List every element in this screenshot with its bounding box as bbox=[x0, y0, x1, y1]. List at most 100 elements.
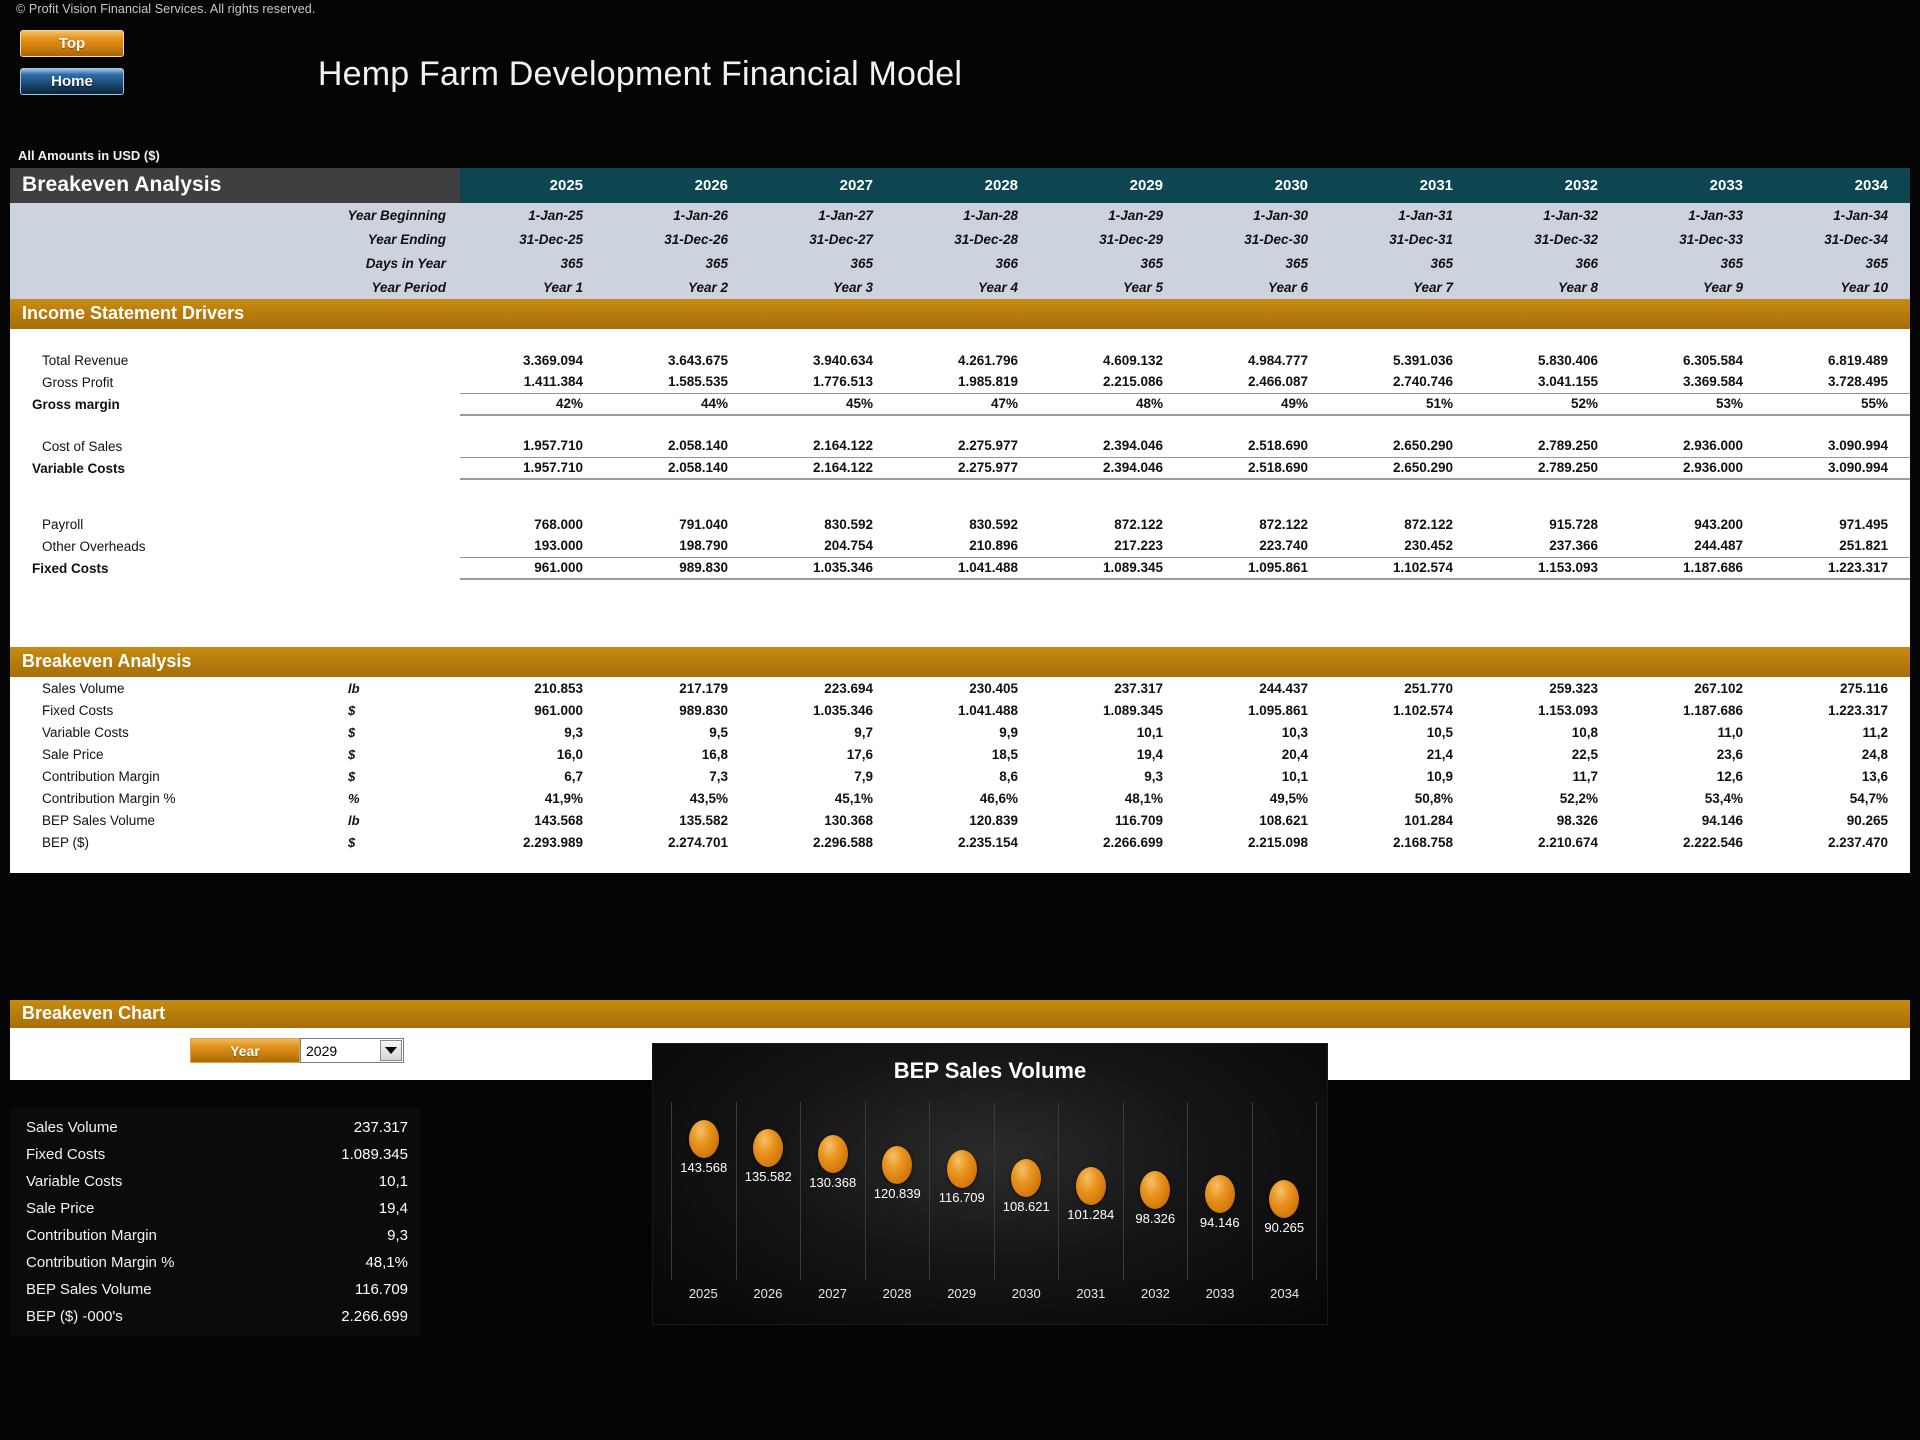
row-value: 20,4 bbox=[1185, 743, 1331, 765]
row-label: BEP ($) bbox=[10, 831, 340, 853]
chart-data-label: 108.621 bbox=[1002, 1199, 1050, 1215]
meta-value: 31-Dec-29 bbox=[1040, 227, 1186, 251]
row-label: Payroll bbox=[10, 513, 340, 535]
chart-marker bbox=[1269, 1179, 1300, 1218]
row-value: 13,6 bbox=[1765, 765, 1911, 787]
chart-data-label: 116.709 bbox=[938, 1190, 985, 1206]
row-value: 2.237.470 bbox=[1765, 831, 1911, 853]
chart-column-2030: 108.621 bbox=[993, 1102, 1059, 1280]
meta-value: 1-Jan-27 bbox=[750, 203, 896, 227]
row-value: 6.305.584 bbox=[1620, 349, 1766, 371]
row-value: 46,6% bbox=[895, 787, 1041, 809]
row-value: 2.466.087 bbox=[1185, 371, 1331, 393]
year-select[interactable]: 2029 bbox=[300, 1038, 404, 1063]
row-value: 1.089.345 bbox=[1040, 699, 1186, 721]
row-value: 915.728 bbox=[1475, 513, 1621, 535]
row-label: Fixed Costs bbox=[10, 557, 340, 579]
year-header-2032: 2032 bbox=[1475, 168, 1621, 203]
chart-marker bbox=[946, 1150, 977, 1189]
chart-column-2027: 130.368 bbox=[800, 1102, 865, 1280]
row-value: 98.326 bbox=[1475, 809, 1621, 831]
row-value: 9,5 bbox=[605, 721, 751, 743]
row-value: 3.643.675 bbox=[605, 349, 751, 371]
currency-note: All Amounts in USD ($) bbox=[18, 148, 160, 163]
meta-value: Year 1 bbox=[460, 275, 606, 299]
row-value: 2.789.250 bbox=[1475, 456, 1621, 480]
row-value: 52,2% bbox=[1475, 787, 1621, 809]
row-value: 10,8 bbox=[1475, 721, 1621, 743]
row-value: 2.274.701 bbox=[605, 831, 751, 853]
x-tick-2033: 2033 bbox=[1205, 1286, 1235, 1301]
row-value: 2.275.977 bbox=[895, 456, 1041, 480]
breakeven-analysis-band: Breakeven Analysis bbox=[10, 647, 1911, 677]
meta-value: 365 bbox=[1620, 251, 1766, 275]
meta-value: 1-Jan-31 bbox=[1330, 203, 1476, 227]
row-value: 5.830.406 bbox=[1475, 349, 1621, 371]
row-value: 223.694 bbox=[750, 677, 896, 699]
meta-value: Year 7 bbox=[1330, 275, 1476, 299]
year-label-button[interactable]: Year bbox=[190, 1038, 300, 1063]
year-picker[interactable]: Year 2029 bbox=[190, 1038, 404, 1063]
breakeven-sheet: Breakeven Analysis 2025 2026 2027 2028 2029 20… bbox=[10, 168, 1911, 873]
row-value: 259.323 bbox=[1475, 677, 1621, 699]
row-value: 244.487 bbox=[1620, 535, 1766, 557]
chart-data-label: 101.284 bbox=[1067, 1207, 1115, 1223]
row-value: 2.789.250 bbox=[1475, 435, 1621, 457]
table-row: Cost of Sales 1.957.710 2.058.140 2.164.122… bbox=[10, 435, 1911, 457]
row-label: BEP Sales Volume bbox=[10, 809, 340, 831]
chart-marker bbox=[753, 1129, 784, 1168]
meta-value: 1-Jan-26 bbox=[605, 203, 751, 227]
row-value: 2.394.046 bbox=[1040, 456, 1186, 480]
meta-value: 365 bbox=[750, 251, 896, 275]
chart-marker bbox=[1140, 1170, 1171, 1209]
row-label: Sale Price bbox=[10, 743, 340, 765]
page-title: Hemp Farm Development Financial Model bbox=[317, 55, 963, 93]
row-value: 116.709 bbox=[1040, 809, 1186, 831]
row-value: 1.187.686 bbox=[1620, 699, 1766, 721]
row-value: 193.000 bbox=[460, 535, 606, 557]
row-label: Variable Costs bbox=[10, 721, 340, 743]
row-value: 3.041.155 bbox=[1475, 371, 1621, 393]
row-value: 2.740.746 bbox=[1330, 371, 1476, 393]
row-value: 1.223.317 bbox=[1765, 699, 1911, 721]
meta-value: 1-Jan-29 bbox=[1040, 203, 1186, 227]
meta-value: 31-Dec-30 bbox=[1185, 227, 1331, 251]
chart-data-label: 94.146 bbox=[1199, 1215, 1240, 1231]
row-value: 251.770 bbox=[1330, 677, 1476, 699]
meta-value: Year 4 bbox=[895, 275, 1041, 299]
meta-value: 31-Dec-31 bbox=[1330, 227, 1476, 251]
meta-value: 1-Jan-32 bbox=[1475, 203, 1621, 227]
year-summary-panel: Sales Volume 237.317 Fixed Costs 1.089.345 V… bbox=[10, 1108, 420, 1336]
chevron-down-icon[interactable] bbox=[380, 1040, 402, 1061]
meta-value: Year 10 bbox=[1765, 275, 1911, 299]
year-header-2027: 2027 bbox=[750, 168, 896, 203]
row-unit: lb bbox=[340, 677, 461, 699]
meta-value: 366 bbox=[895, 251, 1041, 275]
row-value: 3.369.584 bbox=[1620, 371, 1766, 393]
breakeven-table: Breakeven Analysis 2025 2026 2027 2028 2029 20… bbox=[10, 168, 1911, 873]
meta-value: 31-Dec-33 bbox=[1620, 227, 1766, 251]
row-value: 11,2 bbox=[1765, 721, 1911, 743]
home-nav-button[interactable]: Home bbox=[20, 68, 124, 95]
summary-label: Fixed Costs bbox=[26, 1146, 106, 1163]
meta-value: 1-Jan-34 bbox=[1765, 203, 1911, 227]
meta-value: 1-Jan-28 bbox=[895, 203, 1041, 227]
row-value: 16,8 bbox=[605, 743, 751, 765]
chart-marker bbox=[1075, 1167, 1106, 1206]
spacer-row bbox=[10, 479, 1911, 513]
meta-value: 31-Dec-32 bbox=[1475, 227, 1621, 251]
row-value: 6,7 bbox=[460, 765, 606, 787]
row-value: 2.164.122 bbox=[750, 456, 896, 480]
row-value: 3.940.634 bbox=[750, 349, 896, 371]
summary-row: Contribution Margin 9,3 bbox=[10, 1222, 420, 1249]
row-label: Variable Costs bbox=[10, 457, 340, 479]
row-unit: % bbox=[340, 787, 461, 809]
top-nav-button[interactable]: Top bbox=[20, 30, 124, 57]
row-value: 2.058.140 bbox=[605, 456, 751, 480]
summary-value: 10,1 bbox=[378, 1173, 408, 1190]
chart-marker bbox=[882, 1145, 913, 1184]
row-value: 198.790 bbox=[605, 535, 751, 557]
row-value: 989.830 bbox=[605, 556, 751, 580]
summary-row: Sale Price 19,4 bbox=[10, 1195, 420, 1222]
meta-value: 365 bbox=[1330, 251, 1476, 275]
